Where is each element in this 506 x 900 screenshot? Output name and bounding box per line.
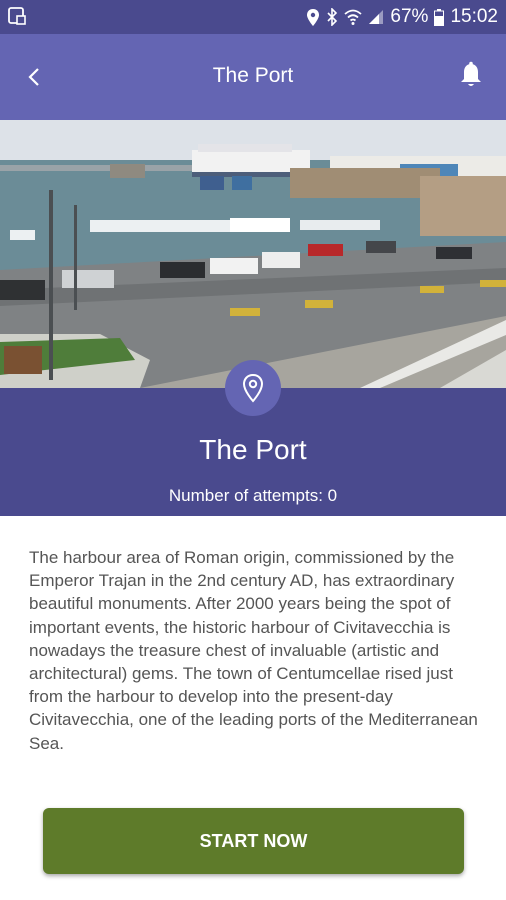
app-bar-title: The Port <box>212 64 294 87</box>
attempts-counter: Number of attempts: 0 <box>168 486 338 505</box>
wifi-icon <box>344 9 363 25</box>
place-header: The Port Number of attempts: 0 <box>0 360 506 516</box>
battery-icon <box>434 8 445 26</box>
map-pin-icon <box>242 373 264 403</box>
start-now-button[interactable]: START NOW <box>43 808 464 874</box>
status-bar: 67% 15:02 <box>0 0 506 34</box>
harbour-photo <box>0 120 506 388</box>
notification-bell-icon[interactable] <box>458 60 484 92</box>
screenshot-icon <box>8 7 26 25</box>
app-bar: The Port <box>0 34 506 120</box>
pin-badge <box>225 360 281 416</box>
bluetooth-icon <box>327 8 338 26</box>
clock: 15:02 <box>450 6 498 27</box>
place-title: The Port <box>199 434 307 465</box>
battery-percentage: 67% <box>390 6 429 27</box>
location-icon <box>307 8 320 26</box>
place-description: The harbour area of Roman origin, commis… <box>29 548 478 753</box>
signal-icon <box>369 10 384 24</box>
